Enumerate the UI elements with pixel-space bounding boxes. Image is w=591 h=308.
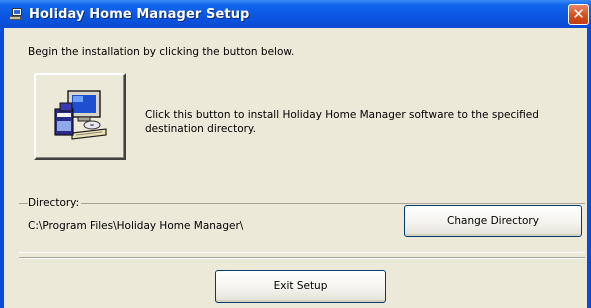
exit-setup-button[interactable]: Exit Setup <box>215 270 386 303</box>
app-icon <box>9 8 23 20</box>
directory-path: C:\Program Files\Holiday Home Manager\ <box>28 220 244 232</box>
close-button[interactable]: ✕ <box>568 4 589 25</box>
title-bar[interactable]: Holiday Home Manager Setup ✕ <box>0 0 591 28</box>
computer-setup-icon <box>54 90 107 140</box>
window-title: Holiday Home Manager Setup <box>29 6 250 22</box>
install-button[interactable] <box>34 73 126 160</box>
close-icon: ✕ <box>572 5 585 23</box>
install-description: Click this button to install Holiday Hom… <box>145 109 539 135</box>
change-directory-button[interactable]: Change Directory <box>404 205 582 237</box>
directory-label: Directory: <box>28 197 82 209</box>
intro-text: Begin the installation by clicking the b… <box>28 46 295 58</box>
divider <box>19 257 585 259</box>
